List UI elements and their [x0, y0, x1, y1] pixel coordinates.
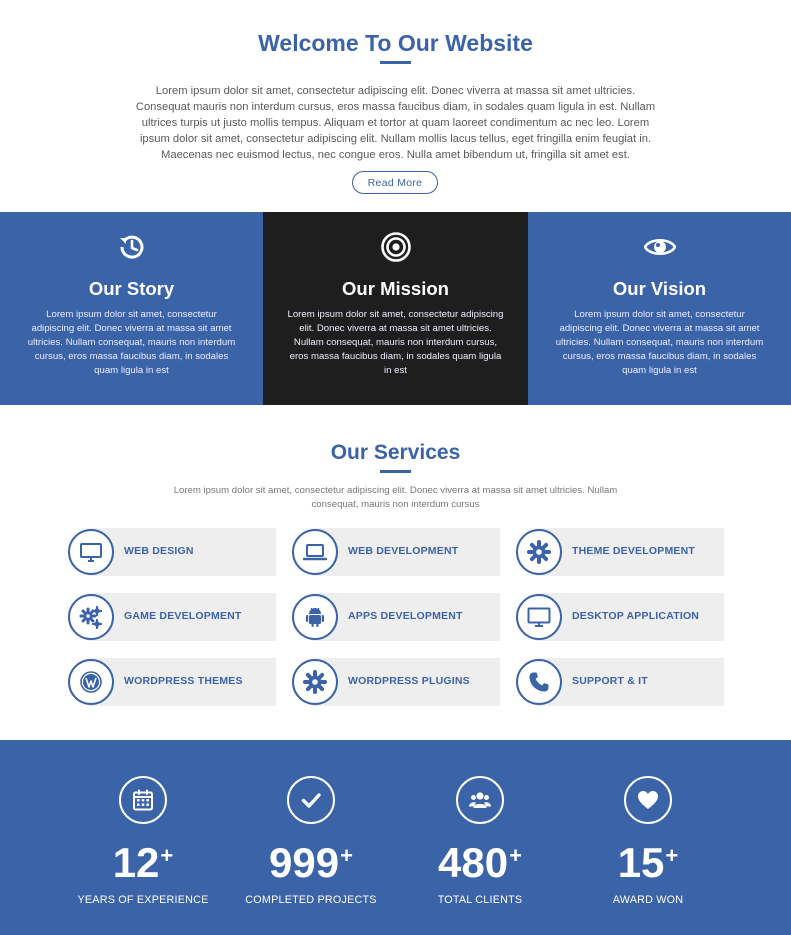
service-label: WORDPRESS PLUGINS	[348, 675, 470, 687]
cog-icon	[303, 670, 327, 694]
stat-plus: +	[509, 843, 522, 868]
stat-number: 999	[269, 839, 340, 886]
stat-number: 12	[112, 839, 160, 886]
stat-completed-projects: 999+ COMPLETED PROJECTS	[226, 740, 396, 935]
service-label: WEB DEVELOPMENT	[348, 545, 459, 557]
service-icon-circle	[292, 594, 338, 640]
wordpress-icon	[80, 671, 102, 693]
panel-our-story: Our Story Lorem ipsum dolor sit amet, co…	[0, 212, 263, 405]
service-icon-circle	[292, 529, 338, 575]
service-web-development[interactable]: WEB DEVELOPMENT	[292, 528, 500, 576]
service-label: APPS DEVELOPMENT	[348, 610, 463, 622]
stat-total-clients: 480+ TOTAL CLIENTS	[395, 740, 565, 935]
service-label: DESKTOP APPLICATION	[572, 610, 700, 622]
welcome-section: Welcome To Our Website Lorem ipsum dolor…	[0, 0, 791, 212]
stat-icon-circle	[119, 776, 167, 824]
stat-number-wrap: 999+	[226, 832, 396, 887]
panel-our-mission: Our Mission Lorem ipsum dolor sit amet, …	[263, 212, 528, 405]
stat-plus: +	[340, 843, 353, 868]
check-icon	[301, 793, 321, 808]
eye-icon	[643, 238, 676, 256]
panel-title: Our Mission	[342, 278, 449, 299]
stat-caption: TOTAL CLIENTS	[437, 894, 523, 906]
about-panels: Our Story Lorem ipsum dolor sit amet, co…	[0, 212, 791, 405]
panel-title: Our Story	[88, 278, 175, 299]
welcome-text: Lorem ipsum dolor sit amet, consectetur …	[135, 85, 656, 161]
heart-icon	[638, 791, 658, 809]
service-web-design[interactable]: WEB DESIGN	[68, 528, 276, 576]
service-apps-development[interactable]: APPS DEVELOPMENT	[292, 593, 500, 641]
stat-number: 480	[438, 839, 509, 886]
laptop-icon	[303, 544, 327, 561]
stat-icon-circle	[287, 776, 335, 824]
stat-icon-circle	[456, 776, 504, 824]
service-label: GAME DEVELOPMENT	[124, 610, 242, 622]
service-icon-circle	[292, 659, 338, 705]
panel-our-vision: Our Vision Lorem ipsum dolor sit amet, c…	[528, 212, 791, 405]
services-section: Our Services Lorem ipsum dolor sit amet,…	[0, 405, 791, 740]
service-icon-circle	[516, 529, 562, 575]
stat-caption: COMPLETED PROJECTS	[245, 894, 377, 906]
calendar-icon	[133, 789, 153, 811]
stat-plus: +	[665, 843, 679, 868]
target-icon	[380, 232, 411, 262]
android-icon	[306, 607, 324, 627]
stat-plus: +	[160, 843, 174, 868]
panel-title: Our Vision	[612, 278, 707, 299]
monitor-icon	[80, 543, 102, 562]
service-label: THEME DEVELOPMENT	[572, 545, 695, 557]
stat-number: 15	[617, 839, 665, 886]
stats-section: 12+ YEARS OF EXPERIENCE 999+ COMPLETED P…	[0, 740, 791, 935]
services-title: Our Services	[330, 441, 461, 464]
gears-icon	[79, 605, 103, 629]
services-subtitle: Lorem ipsum dolor sit amet, consectetur …	[173, 485, 618, 510]
service-theme-development[interactable]: THEME DEVELOPMENT	[516, 528, 724, 576]
service-game-development[interactable]: GAME DEVELOPMENT	[68, 593, 276, 641]
service-wordpress-plugins[interactable]: WORDPRESS PLUGINS	[292, 658, 500, 706]
stat-number-wrap: 480+	[395, 832, 565, 887]
service-label: WORDPRESS THEMES	[124, 675, 243, 687]
service-desktop-application[interactable]: DESKTOP APPLICATION	[516, 593, 724, 641]
panel-text: Lorem ipsum dolor sit amet, consectetur …	[287, 309, 504, 376]
service-wordpress-themes[interactable]: WORDPRESS THEMES	[68, 658, 276, 706]
title-underline	[380, 470, 411, 473]
stat-years-experience: 12+ YEARS OF EXPERIENCE	[58, 740, 228, 935]
welcome-title: Welcome To Our Website	[258, 30, 533, 56]
service-icon-circle	[516, 594, 562, 640]
users-icon	[469, 792, 491, 808]
phone-icon	[529, 672, 549, 692]
service-icon-circle	[68, 594, 114, 640]
gear-icon	[527, 540, 551, 564]
stat-icon-circle	[624, 776, 672, 824]
stat-caption: YEARS OF EXPERIENCE	[77, 894, 209, 906]
stat-caption: AWARD WON	[612, 894, 684, 906]
service-icon-circle	[68, 529, 114, 575]
panel-text: Lorem ipsum dolor sit amet, consectetur …	[27, 309, 236, 376]
desktop-icon	[527, 607, 551, 627]
stat-award-won: 15+ AWARD WON	[563, 740, 733, 935]
service-label: SUPPORT & IT	[572, 675, 648, 687]
service-support-it[interactable]: SUPPORT & IT	[516, 658, 724, 706]
read-more-button[interactable]: Read More	[352, 171, 438, 194]
service-label: WEB DESIGN	[124, 545, 194, 557]
stat-number-wrap: 12+	[58, 832, 228, 887]
title-underline	[380, 61, 411, 64]
page: Welcome To Our Website Lorem ipsum dolor…	[0, 0, 791, 935]
service-icon-circle	[68, 659, 114, 705]
service-icon-circle	[516, 659, 562, 705]
panel-text: Lorem ipsum dolor sit amet, consectetur …	[555, 309, 764, 376]
history-icon	[119, 235, 143, 259]
stat-number-wrap: 15+	[563, 832, 733, 887]
